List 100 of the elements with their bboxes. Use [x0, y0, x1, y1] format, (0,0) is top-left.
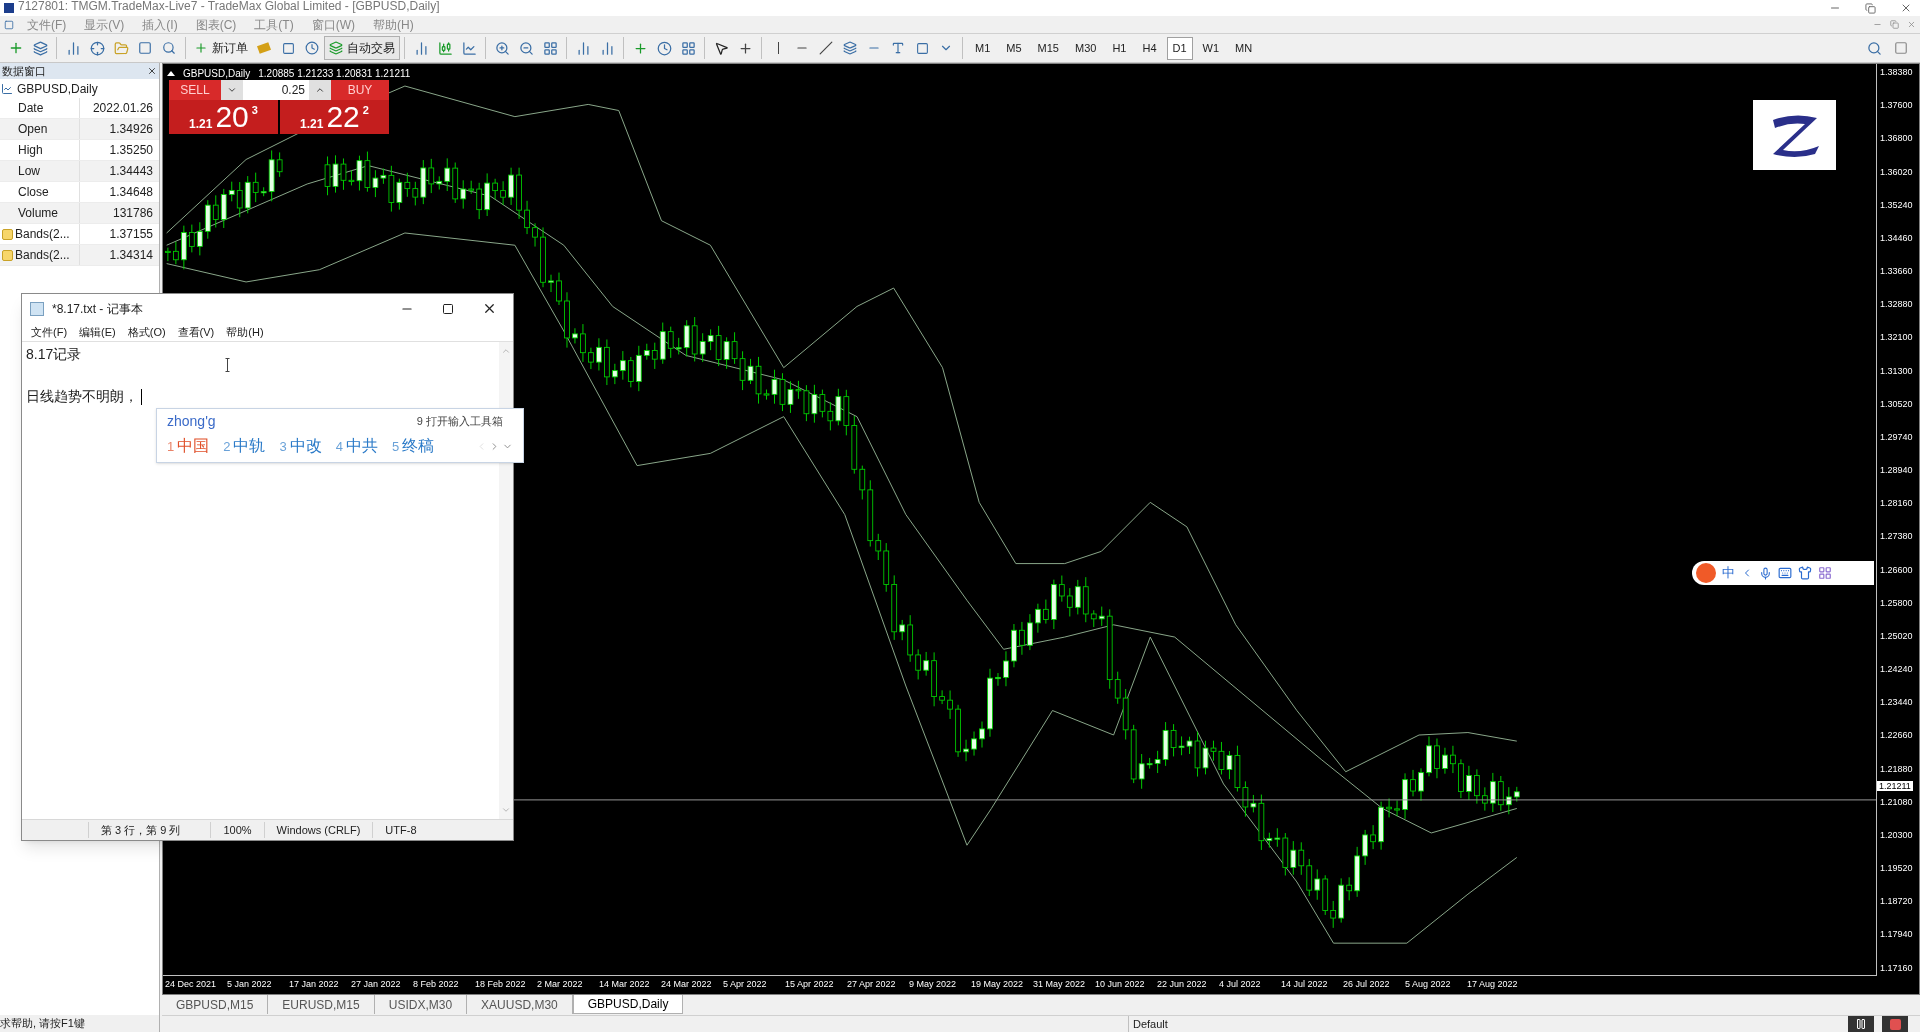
price-label: 1.21080	[1879, 796, 1914, 807]
date-label: 31 May 2022	[1032, 978, 1087, 992]
timeframe-button[interactable]: M5	[1000, 36, 1028, 60]
ime-candidate[interactable]: 1 中国	[167, 434, 210, 458]
date-label: 4 Jul 2022	[1218, 978, 1262, 992]
data-label: Volume	[18, 205, 59, 222]
price-label: 1.34460	[1879, 232, 1914, 243]
data-value: 1.35250	[108, 142, 154, 159]
menu-item[interactable]: 查看(V)	[171, 323, 221, 341]
price-label: 1.27380	[1879, 531, 1914, 542]
status-item: 第 3 行，第 9 列	[88, 821, 211, 839]
date-label: 24 Dec 2021	[164, 978, 218, 992]
sell-button[interactable]: SELL	[169, 80, 221, 100]
status-help: 求帮助, 请按F1键	[0, 1015, 159, 1032]
price-label: 1.38380	[1879, 67, 1914, 77]
price-label: 1.22660	[1879, 730, 1914, 741]
data-value: 1.34314	[108, 247, 154, 264]
ime-input[interactable]: zhong'g	[167, 410, 216, 432]
profile-label: Default	[1128, 1015, 1258, 1032]
price-label: 1.19520	[1879, 863, 1914, 874]
price-label: 1.33660	[1879, 266, 1914, 277]
ime-candidate[interactable]: 4 中共	[335, 434, 378, 458]
date-label: 17 Aug 2022	[1466, 978, 1519, 992]
data-value: 1.34648	[108, 184, 154, 201]
window-title: *8.17.txt - 记事本	[52, 300, 143, 318]
menu-item[interactable]: 编辑(E)	[73, 323, 122, 341]
price-label: 1.31300	[1879, 365, 1914, 376]
auto-trading-button[interactable]: 自动交易	[324, 36, 400, 60]
chart-tab[interactable]: USIDX,M30	[374, 995, 468, 1014]
price-label: 1.18720	[1879, 896, 1914, 907]
chart-tab[interactable]: GBPUSD,M15	[162, 995, 269, 1014]
date-label: 26 Jul 2022	[1342, 978, 1391, 992]
date-label: 18 Feb 2022	[474, 978, 527, 992]
date-label: 27 Jan 2022	[350, 978, 402, 992]
data-label: High	[18, 142, 43, 159]
price-label: 1.20300	[1879, 829, 1914, 840]
input-mode[interactable]: 中	[1722, 563, 1735, 583]
chart-symbol: GBPUSD,Daily	[183, 67, 251, 81]
date-label: 8 Feb 2022	[412, 978, 460, 992]
window-title: 7127801: TMGM.TradeMax-Live7 - TradeMax Global Limited - [GBPUSD,Daily]	[18, 0, 440, 13]
date-label: 5 Aug 2022	[1404, 978, 1452, 992]
timeframe-button[interactable]: D1	[1166, 36, 1193, 60]
menu-item[interactable]: 文件(F)	[25, 323, 74, 341]
ime-toolbar[interactable]: 中	[1692, 561, 1874, 585]
new-order-button[interactable]: 新订单	[190, 36, 252, 60]
timeframe-button[interactable]: M1	[969, 36, 997, 60]
price-label: 1.36800	[1879, 133, 1914, 144]
data-label: Open	[18, 121, 48, 138]
date-label: 19 May 2022	[970, 978, 1025, 992]
price-label: 1.35240	[1879, 199, 1914, 210]
symbol-label: GBPUSD,Daily	[17, 80, 98, 98]
chart-tab[interactable]: EURUSD,M15	[268, 995, 375, 1014]
price-label: 1.17940	[1879, 929, 1914, 940]
chart-ohlc: 1.20885 1.21233 1.20831 1.21211	[258, 67, 411, 81]
menu-item[interactable]: 帮助(H)	[220, 323, 270, 341]
price-label: 1.37600	[1879, 100, 1914, 111]
chart-tab[interactable]: XAUUSD,M30	[467, 995, 573, 1014]
ime-candidate[interactable]: 2 中轨	[223, 434, 266, 458]
ime-candidate[interactable]: 3 中改	[279, 434, 322, 458]
price-label: 1.25800	[1879, 597, 1914, 608]
date-label: 14 Jul 2022	[1280, 978, 1329, 992]
price-label: 1.36020	[1879, 166, 1914, 177]
price-label: 1.29740	[1879, 431, 1914, 442]
timeframe-button[interactable]: H4	[1136, 36, 1163, 60]
timeframe-button[interactable]: M15	[1031, 36, 1065, 60]
price-label: 1.26600	[1879, 564, 1914, 575]
date-label: 17 Jan 2022	[288, 978, 340, 992]
date-label: 15 Apr 2022	[784, 978, 835, 992]
text-line: 日线趋势不明朗，	[26, 387, 138, 406]
toolbox-hint: 9 打开输入工具箱	[416, 413, 504, 429]
menu-item[interactable]: 格式(O)	[121, 323, 172, 341]
data-value: 1.34443	[108, 163, 154, 180]
price-label: 1.32100	[1879, 332, 1914, 343]
price-label: 1.30520	[1879, 398, 1914, 409]
date-label: 9 May 2022	[908, 978, 958, 992]
timeframe-button[interactable]: MN	[1229, 36, 1259, 60]
data-value: 2022.01.26	[91, 100, 154, 117]
timeframe-button[interactable]: H1	[1106, 36, 1133, 60]
date-label: 27 Apr 2022	[846, 978, 897, 992]
data-value: 1.34926	[108, 121, 154, 138]
date-label: 2 Mar 2022	[536, 978, 584, 992]
buy-button[interactable]: BUY	[331, 80, 389, 100]
ime-candidate[interactable]: 5 终稿	[391, 434, 435, 458]
timeframe-button[interactable]: M30	[1068, 36, 1103, 60]
date-label: 5 Apr 2022	[722, 978, 768, 992]
date-label: 14 Mar 2022	[598, 978, 651, 992]
price-label: 1.24240	[1879, 664, 1914, 675]
panel-title: 数据窗口	[2, 63, 46, 79]
price-label: 1.28940	[1879, 465, 1914, 476]
date-label: 22 Jun 2022	[1156, 978, 1208, 992]
price-label: 1.17160	[1879, 962, 1914, 973]
data-label: Bands(2...	[15, 226, 70, 243]
volume-field[interactable]: 0.25	[243, 80, 309, 100]
date-label: 24 Mar 2022	[660, 978, 713, 992]
text-line: 8.17记录	[26, 345, 82, 364]
data-label: Date	[18, 100, 44, 117]
price-label: 1.23440	[1879, 697, 1914, 708]
chart-tab[interactable]: GBPUSD,Daily	[572, 995, 684, 1014]
timeframe-button[interactable]: W1	[1196, 36, 1226, 60]
price-label: 1.28160	[1879, 498, 1914, 509]
